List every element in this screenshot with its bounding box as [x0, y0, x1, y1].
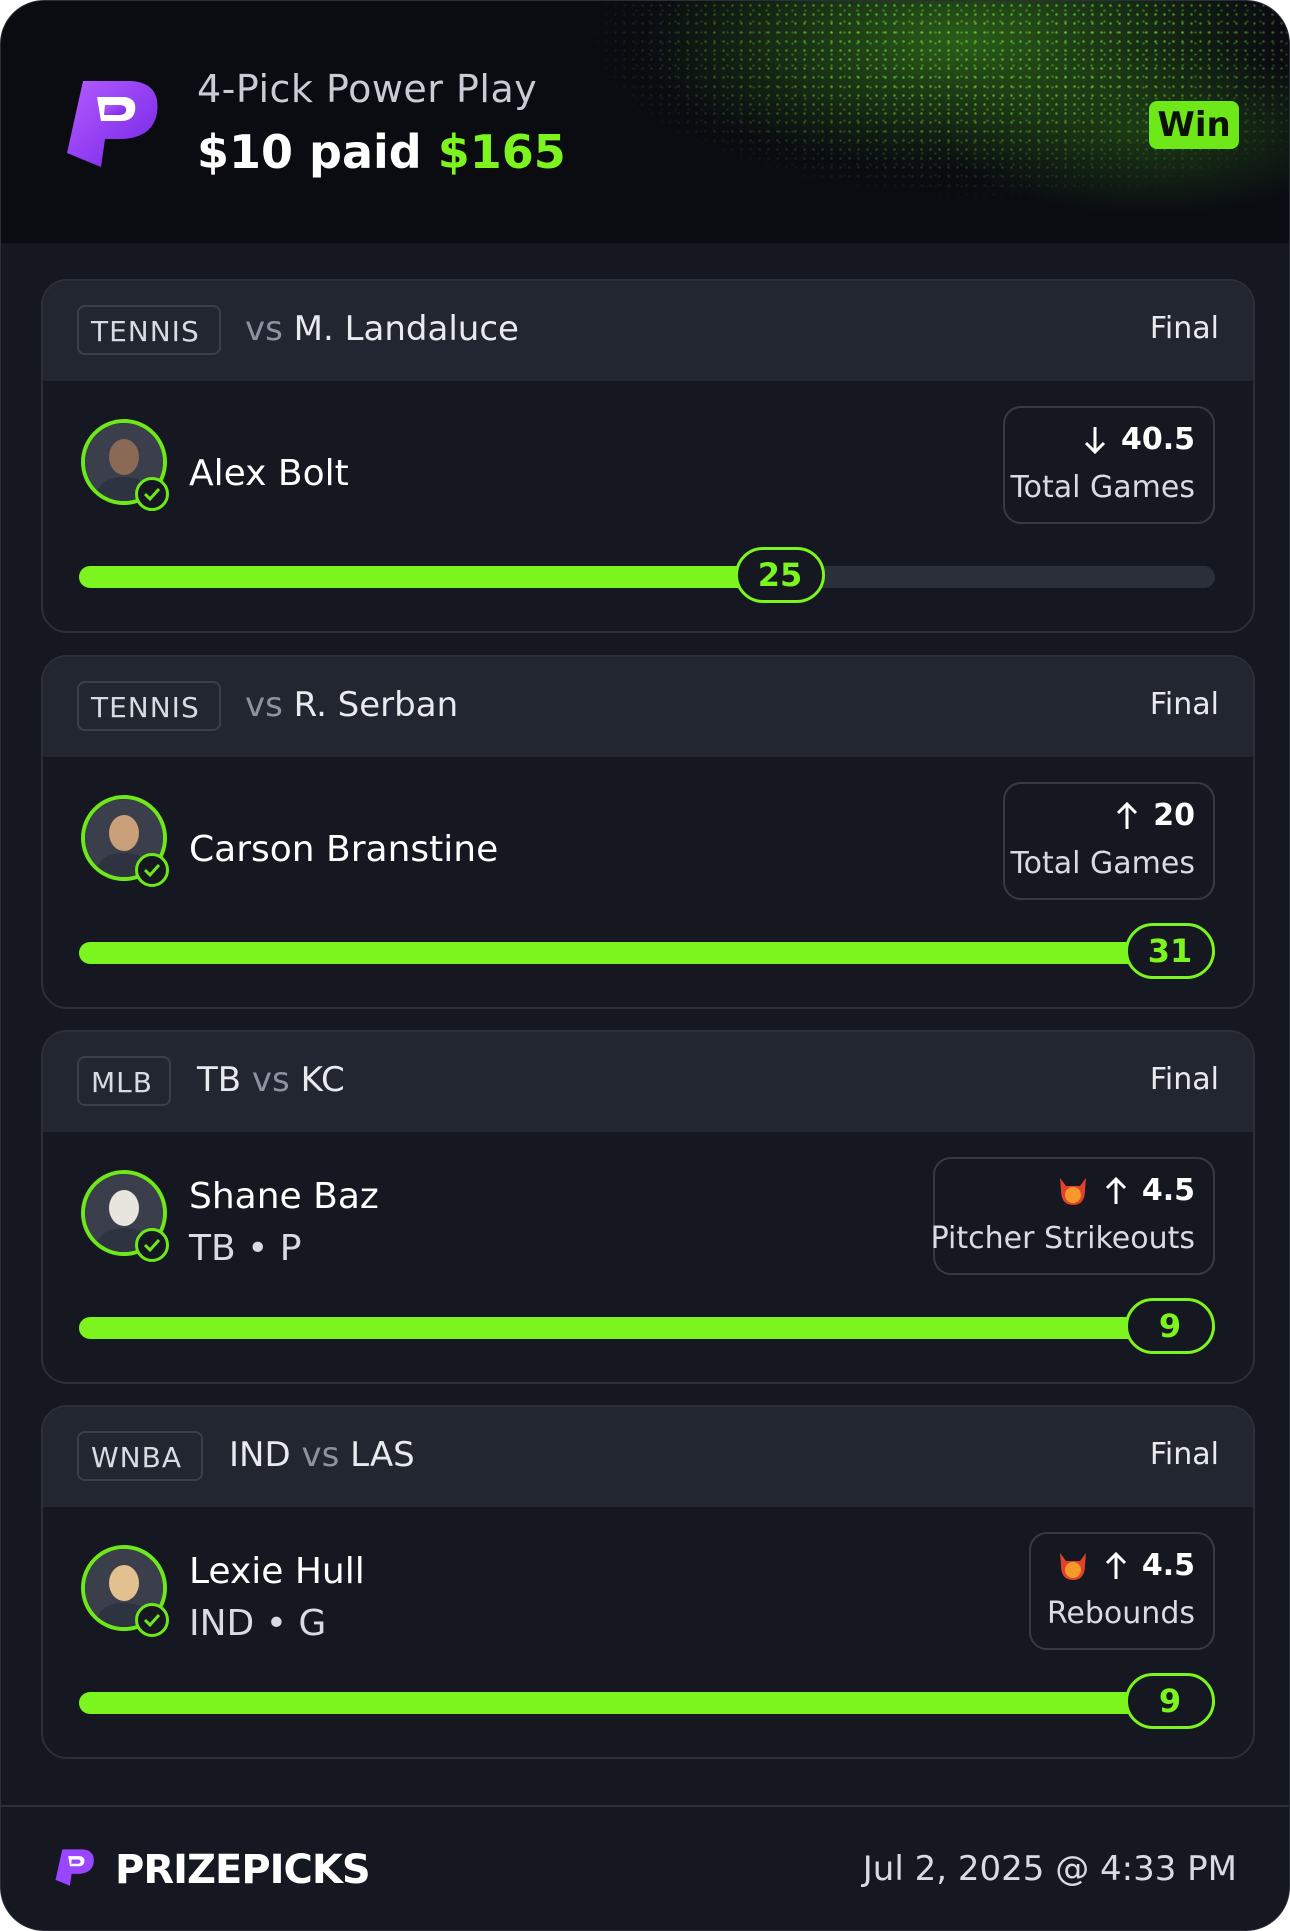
projection-line: 4.5 [1056, 1173, 1195, 1208]
player-name: Carson Branstine [189, 829, 499, 870]
payout-amount: $165 [437, 125, 566, 179]
vs-label: vs [245, 685, 283, 725]
entry-type: 4-Pick Power Play [197, 67, 538, 111]
prizepicks-logo-icon [55, 1849, 94, 1886]
demon-icon [1059, 1177, 1086, 1205]
pick-hit-check-icon [135, 477, 169, 511]
game-status: Final [1149, 1062, 1219, 1097]
pick-header: WNBA IND vs LAS Final [43, 1407, 1253, 1507]
pick-card[interactable]: TENNIS vs M. Landaluce Final Alex Bolt 4… [41, 279, 1255, 633]
pick-card[interactable]: TENNIS vs R. Serban Final Carson Bransti… [41, 655, 1255, 1009]
league-tag: WNBA [77, 1431, 203, 1481]
league-tag: TENNIS [77, 305, 221, 355]
projection-line: 4.5 [1056, 1548, 1195, 1583]
pick-header: TENNIS vs M. Landaluce Final [43, 281, 1253, 381]
stat-type: Pitcher Strikeouts [930, 1221, 1195, 1256]
pick-hit-check-icon [135, 1603, 169, 1637]
demon-icon [1059, 1552, 1086, 1580]
pick-hit-check-icon [135, 853, 169, 887]
prizepicks-logo-icon [67, 81, 158, 167]
vs-label: vs [245, 309, 283, 349]
arrow-down-icon [1084, 426, 1106, 454]
pick-card[interactable]: MLB TB vs KC Final Shane Baz TB • P 4.5 … [41, 1030, 1255, 1384]
line-value: 4.5 [1141, 1548, 1195, 1583]
result-value: 9 [1125, 1298, 1215, 1354]
arrow-up-icon [1105, 1551, 1126, 1579]
pick-header: TENNIS vs R. Serban Final [43, 657, 1253, 757]
entry-payout: $10 paid $165 [197, 125, 566, 179]
stat-type: Total Games [1010, 846, 1195, 881]
progress-track: 31 [79, 923, 1215, 979]
league-tag: TENNIS [77, 681, 221, 731]
game-status: Final [1149, 311, 1219, 346]
team-name: TB [197, 1060, 242, 1100]
team-name: IND [229, 1435, 291, 1475]
opponent-name: M. Landaluce [293, 309, 519, 349]
stat-type: Rebounds [1046, 1596, 1195, 1631]
progress-track: 25 [79, 547, 1215, 603]
player-name: Alex Bolt [189, 453, 349, 494]
line-value: 40.5 [1120, 422, 1195, 457]
progress-fill [79, 1317, 1215, 1339]
arrow-up-icon [1117, 801, 1138, 829]
line-value: 4.5 [1141, 1173, 1195, 1208]
projection-box: 4.5 Rebounds [1029, 1532, 1215, 1650]
progress-fill [79, 942, 1215, 964]
opponent-name: KC [300, 1060, 345, 1100]
projection-box: 20 Total Games [1003, 782, 1215, 900]
projection-line: 40.5 [1083, 422, 1195, 457]
progress-fill [79, 1692, 1215, 1714]
arrow-up-icon [1105, 1176, 1126, 1204]
matchup: vs M. Landaluce [245, 309, 519, 349]
stat-type: Total Games [1010, 470, 1195, 505]
projection-box: 40.5 Total Games [1003, 406, 1215, 524]
pick-header: MLB TB vs KC Final [43, 1032, 1253, 1132]
opponent-name: R. Serban [293, 685, 459, 725]
matchup: vs R. Serban [245, 685, 458, 725]
entry-card: 4-Pick Power Play $10 paid $165 Win TENN… [0, 0, 1290, 1931]
brand-wordmark: PRIZEPICKS [115, 1847, 371, 1893]
progress-fill [79, 566, 780, 588]
pick-card[interactable]: WNBA IND vs LAS Final Lexie Hull IND • G… [41, 1405, 1255, 1759]
projection-box: 4.5 Pitcher Strikeouts [930, 1157, 1215, 1275]
line-value: 20 [1153, 798, 1195, 833]
paid-text: $10 paid [197, 125, 422, 179]
entry-header: 4-Pick Power Play $10 paid $165 Win [1, 1, 1289, 243]
league-tag: MLB [77, 1056, 171, 1106]
result-value: 9 [1125, 1673, 1215, 1729]
matchup: IND vs LAS [229, 1435, 415, 1475]
game-status: Final [1149, 1437, 1219, 1472]
pick-hit-check-icon [135, 1228, 169, 1262]
matchup: TB vs KC [197, 1060, 345, 1100]
projection-line: 20 [1115, 798, 1195, 833]
player-team-position: TB • P [189, 1228, 302, 1269]
player-team-position: IND • G [189, 1603, 327, 1644]
progress-track: 9 [79, 1298, 1215, 1354]
result-value: 25 [735, 547, 825, 603]
opponent-name: LAS [350, 1435, 415, 1475]
win-badge: Win [1149, 101, 1239, 149]
result-value: 31 [1125, 923, 1215, 979]
game-status: Final [1149, 687, 1219, 722]
player-name: Lexie Hull [189, 1551, 365, 1592]
vs-label: vs [251, 1060, 290, 1100]
player-name: Shane Baz [189, 1176, 379, 1217]
entry-timestamp: Jul 2, 2025 @ 4:33 PM [862, 1849, 1237, 1889]
vs-label: vs [301, 1435, 340, 1475]
progress-track: 9 [79, 1673, 1215, 1729]
